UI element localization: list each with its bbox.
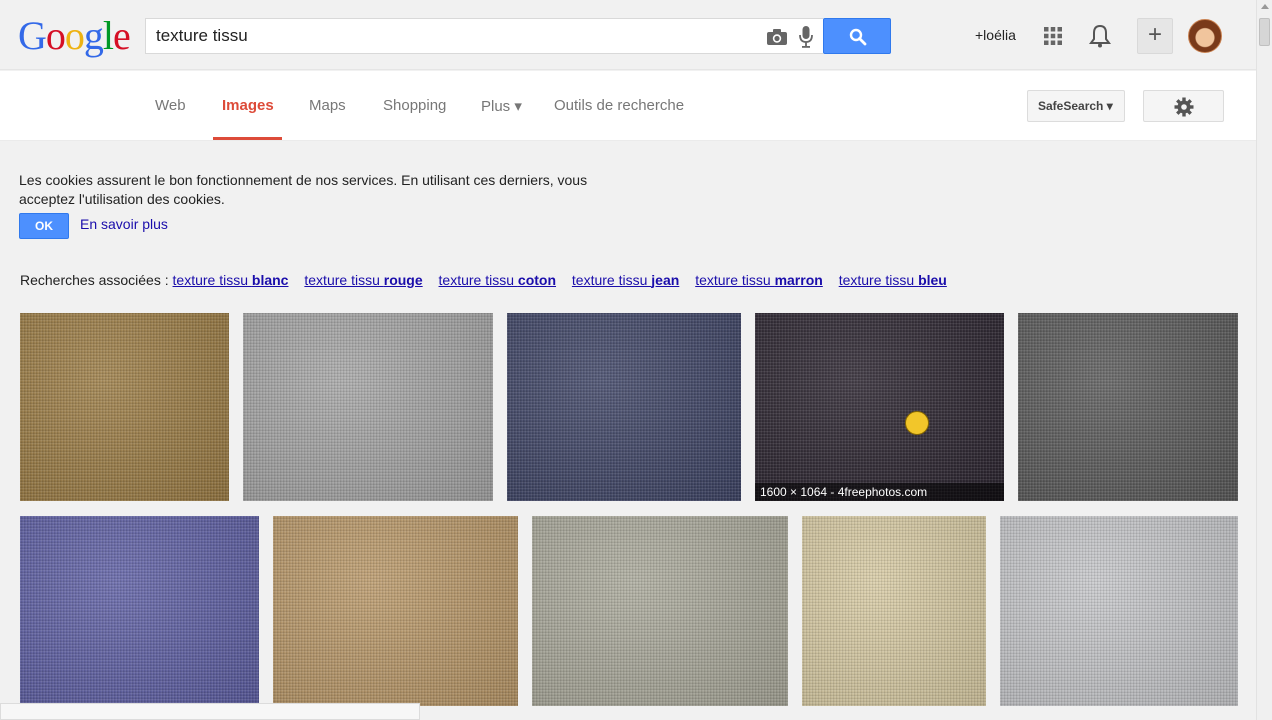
related-search-link[interactable]: texture tissu rouge xyxy=(304,272,422,288)
image-result[interactable] xyxy=(20,516,259,706)
fabric-texture-image xyxy=(243,313,493,501)
cookie-learn-more-link[interactable]: En savoir plus xyxy=(80,216,168,232)
plus-icon: + xyxy=(1147,21,1162,48)
related-searches-label: Recherches associées : xyxy=(20,272,169,288)
image-result[interactable] xyxy=(1000,516,1238,706)
logo-letter: G xyxy=(18,13,47,58)
image-result[interactable]: 1600 × 1064 - 4freephotos.com xyxy=(755,313,1004,501)
fabric-texture-image xyxy=(755,313,1004,501)
avatar[interactable] xyxy=(1188,19,1222,53)
image-result[interactable] xyxy=(243,313,493,501)
fabric-texture-image xyxy=(532,516,788,706)
tab-web[interactable]: Web xyxy=(155,97,186,114)
cookie-ok-button[interactable]: OK xyxy=(19,213,69,239)
bell-icon[interactable] xyxy=(1089,24,1111,48)
logo-letter: l xyxy=(102,13,114,58)
scrollbar-thumb[interactable] xyxy=(1259,18,1270,46)
camera-icon[interactable] xyxy=(766,27,788,47)
smiley-cursor-icon xyxy=(905,411,929,435)
nav-bar: Web Images Maps Shopping Plus ▾ Outils d… xyxy=(0,71,1256,141)
related-search-link[interactable]: texture tissu coton xyxy=(439,272,556,288)
settings-button[interactable] xyxy=(1143,90,1224,122)
logo-letter: o xyxy=(45,13,66,58)
fabric-texture-image xyxy=(273,516,518,706)
fabric-texture-image xyxy=(802,516,986,706)
tab-images[interactable]: Images xyxy=(222,97,274,114)
google-logo[interactable]: Google xyxy=(18,13,131,58)
image-result[interactable] xyxy=(507,313,741,501)
related-search-link[interactable]: texture tissu marron xyxy=(695,272,823,288)
fabric-texture-image xyxy=(1000,516,1238,706)
cookie-notice-text: Les cookies assurent le bon fonctionneme… xyxy=(19,172,588,207)
tab-maps[interactable]: Maps xyxy=(309,97,346,114)
image-result[interactable] xyxy=(532,516,788,706)
related-search-link[interactable]: texture tissu jean xyxy=(572,272,679,288)
apps-grid-icon[interactable] xyxy=(1043,26,1063,46)
search-input[interactable] xyxy=(156,25,756,47)
search-icon xyxy=(849,28,867,46)
logo-letter: e xyxy=(113,13,131,58)
tab-search-tools[interactable]: Outils de recherche xyxy=(554,97,684,114)
user-profile-link[interactable]: +loélia xyxy=(975,27,1016,43)
fabric-texture-image xyxy=(507,313,741,501)
tab-shopping[interactable]: Shopping xyxy=(383,97,446,114)
image-result[interactable] xyxy=(1018,313,1238,501)
top-bar: Google +loélia xyxy=(0,0,1256,70)
image-caption: 1600 × 1064 - 4freephotos.com xyxy=(755,483,1004,501)
logo-letter: o xyxy=(64,13,85,58)
logo-letter: g xyxy=(83,13,104,58)
browser-page: Google +loélia xyxy=(0,0,1272,720)
fabric-texture-image xyxy=(20,313,229,501)
search-box[interactable] xyxy=(145,18,823,54)
fabric-texture-image xyxy=(20,516,259,706)
related-search-link[interactable]: texture tissu bleu xyxy=(839,272,947,288)
scroll-up-arrow-icon[interactable] xyxy=(1261,4,1269,9)
status-bar xyxy=(0,703,420,720)
related-search-link[interactable]: texture tissu blanc xyxy=(173,272,289,288)
search-button[interactable] xyxy=(823,18,891,54)
tab-more[interactable]: Plus ▾ xyxy=(481,97,522,115)
mic-icon[interactable] xyxy=(798,25,814,49)
share-plus-button[interactable]: + xyxy=(1137,18,1173,54)
safesearch-button[interactable]: SafeSearch ▾ xyxy=(1027,90,1125,122)
image-result[interactable] xyxy=(273,516,518,706)
related-searches: Recherches associées : texture tissu bla… xyxy=(20,272,959,288)
vertical-scrollbar[interactable] xyxy=(1256,0,1272,720)
fabric-texture-image xyxy=(1018,313,1238,501)
image-result[interactable] xyxy=(20,313,229,501)
active-tab-indicator xyxy=(213,137,282,140)
image-result[interactable] xyxy=(802,516,986,706)
gear-icon xyxy=(1174,97,1194,117)
